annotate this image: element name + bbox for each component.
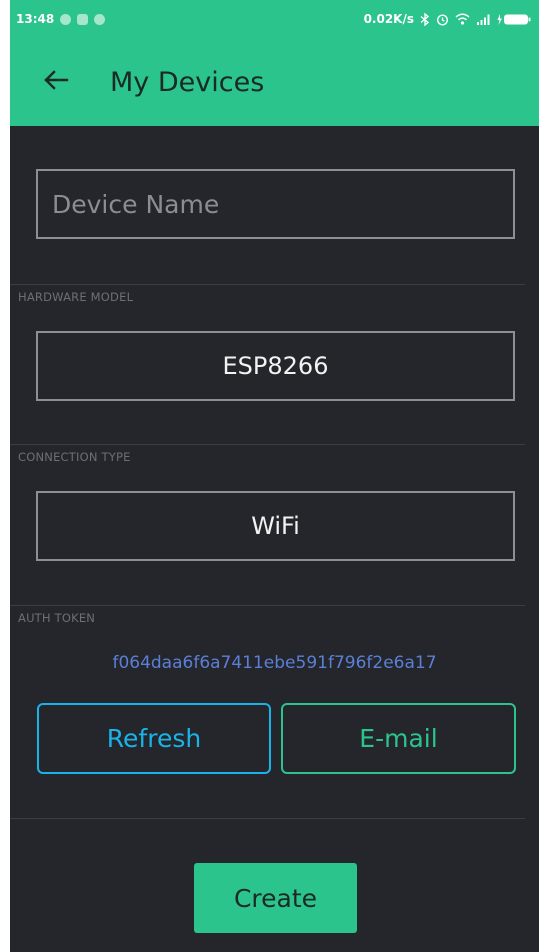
create-label: Create bbox=[233, 883, 318, 913]
notification-icon bbox=[60, 13, 72, 25]
refresh-button[interactable]: Refresh bbox=[37, 703, 271, 774]
device-name-input[interactable] bbox=[38, 171, 513, 237]
device-name-field[interactable] bbox=[36, 169, 515, 239]
divider bbox=[10, 284, 525, 285]
status-bar: 13:48 0.02K/s bbox=[10, 0, 539, 38]
auth-token-label: AUTH TOKEN bbox=[18, 611, 96, 625]
page-title: My Devices bbox=[110, 66, 265, 98]
divider bbox=[10, 605, 525, 606]
hardware-model-label: HARDWARE MODEL bbox=[18, 290, 134, 304]
notification-icon bbox=[94, 13, 106, 25]
wifi-icon bbox=[455, 13, 470, 25]
battery-charging-icon bbox=[497, 13, 531, 26]
hardware-model-select[interactable]: ESP8266 bbox=[36, 331, 515, 401]
auth-token-value[interactable]: f064daa6f6a7411ebe591f796f2e6a17 bbox=[10, 653, 539, 673]
device-screen: 13:48 0.02K/s My Devices Device Name HAR… bbox=[10, 0, 539, 952]
email-button[interactable]: E-mail bbox=[281, 703, 516, 774]
connection-type-select[interactable]: WiFi bbox=[36, 491, 515, 561]
hardware-model-value: ESP8266 bbox=[222, 352, 329, 380]
back-arrow-icon bbox=[43, 69, 69, 95]
signal-icon bbox=[476, 13, 491, 25]
refresh-label: Refresh bbox=[106, 724, 202, 753]
connection-type-label: CONNECTION TYPE bbox=[18, 450, 131, 464]
back-button[interactable] bbox=[26, 52, 86, 112]
create-button[interactable]: Create bbox=[194, 863, 357, 933]
status-time: 13:48 bbox=[16, 12, 55, 26]
network-speed: 0.02K/s bbox=[363, 12, 414, 26]
notification-icon bbox=[77, 13, 89, 25]
email-label: E-mail bbox=[359, 724, 438, 753]
divider bbox=[10, 444, 525, 445]
bluetooth-icon bbox=[420, 12, 430, 26]
divider bbox=[10, 818, 525, 819]
alarm-icon bbox=[436, 13, 449, 26]
connection-type-value: WiFi bbox=[251, 512, 300, 540]
app-bar: My Devices bbox=[10, 38, 539, 126]
